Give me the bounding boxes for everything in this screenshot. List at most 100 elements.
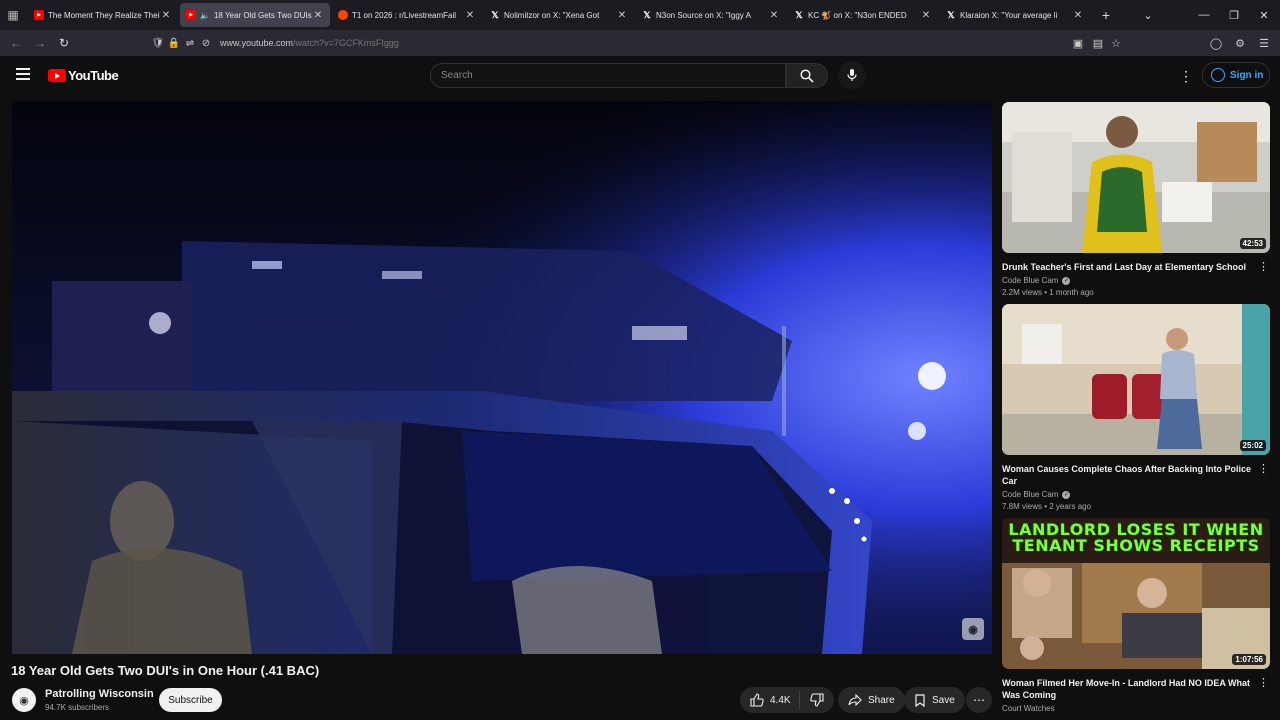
shield-icon[interactable]: 🛡 — [150, 38, 166, 49]
x-icon: 𝕏 — [491, 9, 499, 20]
logo-text: YouTube — [68, 68, 119, 83]
forward-icon[interactable]: → — [28, 31, 52, 55]
youtube-icon: ▶ — [186, 10, 196, 20]
duration-badge: 25:02 — [1239, 440, 1266, 451]
close-tab-icon[interactable]: ✕ — [312, 10, 324, 21]
video-thumbnail[interactable]: 25:02 — [1002, 304, 1270, 455]
video-options-kebab-icon[interactable]: ⋮ — [1258, 676, 1269, 689]
voice-search-button[interactable] — [838, 61, 866, 89]
tab-list-icon[interactable]: ▦ — [0, 0, 26, 30]
bookmark-star-icon[interactable]: ☆ — [1106, 30, 1126, 56]
subscriber-count: 94.7K subscribers — [45, 703, 110, 712]
like-dislike-group: 4.4K — [740, 687, 834, 713]
verified-check-icon: ✓ — [1062, 490, 1071, 499]
like-count: 4.4K — [770, 694, 791, 706]
close-tab-icon[interactable]: ✕ — [920, 10, 932, 21]
search-input[interactable]: Search — [430, 63, 786, 88]
guide-menu-icon[interactable] — [16, 68, 30, 80]
save-playlist-icon — [915, 693, 925, 707]
x-icon: 𝕏 — [947, 9, 955, 20]
verified-check-icon: ✓ — [1062, 276, 1071, 285]
back-icon[interactable]: ← — [4, 31, 28, 55]
reader-view-icon[interactable]: ▤ — [1088, 30, 1108, 56]
more-actions-button[interactable]: ⋯ — [966, 687, 992, 713]
channel-avatar[interactable]: ◉ — [12, 688, 36, 712]
views-and-age: 7.8M views • 2 years ago — [1002, 502, 1092, 511]
recommended-video[interactable]: 42:53 ⋮ Drunk Teacher's First and Last D… — [1002, 102, 1270, 297]
tab-title: T1 on 2026 : r/LivestreamFail — [352, 10, 457, 20]
x-icon: 𝕏 — [643, 9, 651, 20]
new-tab-icon[interactable]: + — [1094, 7, 1118, 23]
close-tab-icon[interactable]: ✕ — [160, 10, 172, 21]
youtube-logo[interactable]: YouTube — [48, 68, 119, 83]
search-placeholder: Search — [441, 70, 473, 81]
reddit-icon — [338, 10, 348, 20]
thumbs-down-icon — [810, 693, 824, 707]
browser-tab-active[interactable]: ▶ 🔈 18 Year Old Gets Two DUIs ✕ — [180, 3, 330, 27]
browser-tab[interactable]: 𝕏 Klaraion X: "Your average li ✕ — [940, 3, 1090, 27]
account-icon[interactable]: ◯ — [1206, 30, 1226, 56]
tab-title: Nolimitzor on X: "Xena Got — [504, 10, 600, 20]
tracking-icon[interactable]: ⊘ — [198, 38, 214, 49]
recommended-channel[interactable]: Code Blue Cam ✓ — [1002, 490, 1270, 499]
video-thumbnail[interactable]: 42:53 — [1002, 102, 1270, 253]
reload-icon[interactable]: ↻ — [52, 31, 76, 55]
menu-icon[interactable]: ☰ — [1254, 30, 1274, 56]
share-label: Share — [868, 694, 895, 706]
video-frame — [12, 101, 992, 654]
tab-title: N3on Source on X: "Iggy A — [656, 10, 751, 20]
x-icon: 𝕏 — [795, 9, 803, 20]
subscribe-button[interactable]: Subscribe — [159, 688, 222, 712]
account-circle-icon — [1211, 68, 1225, 82]
recommended-channel[interactable]: Code Blue Cam ✓ — [1002, 276, 1270, 285]
settings-kebab-icon[interactable]: ⋮ — [1178, 67, 1194, 85]
permissions-icon[interactable]: ⇌ — [182, 38, 198, 49]
share-button[interactable]: Share — [838, 687, 905, 713]
minimize-icon[interactable]: — — [1188, 0, 1220, 30]
youtube-icon: ▶ — [34, 10, 44, 20]
video-options-kebab-icon[interactable]: ⋮ — [1258, 260, 1269, 273]
channel-name: Code Blue Cam — [1002, 490, 1059, 499]
recommended-channel[interactable]: Court Watches — [1002, 704, 1270, 713]
recommended-title[interactable]: Woman Causes Complete Chaos After Backin… — [1002, 463, 1252, 487]
browser-tab[interactable]: ▶ The Moment They Realize Their ✕ — [28, 3, 178, 27]
like-button[interactable]: 4.4K — [740, 691, 800, 709]
share-arrow-icon — [848, 694, 862, 706]
duration-badge: 1:07:56 — [1232, 654, 1266, 665]
speaker-icon[interactable]: 🔈 — [200, 11, 210, 20]
video-player[interactable]: ◉ — [12, 101, 992, 654]
lock-icon[interactable]: 🔒 — [166, 38, 182, 49]
extensions-icon[interactable]: ⚙ — [1230, 30, 1250, 56]
recommended-title[interactable]: Woman Filmed Her Move-In - Landlord Had … — [1002, 677, 1252, 701]
browser-tab[interactable]: 𝕏 KC 🐒 on X: "N3on ENDED ✕ — [788, 3, 938, 27]
video-thumbnail[interactable]: LANDLORD LOSES IT WHEN TENANT SHOWS RECE… — [1002, 518, 1270, 669]
recommended-video[interactable]: LANDLORD LOSES IT WHEN TENANT SHOWS RECE… — [1002, 518, 1270, 713]
sign-in-button[interactable]: Sign in — [1202, 62, 1270, 88]
duration-badge: 42:53 — [1239, 238, 1266, 249]
browser-tab[interactable]: T1 on 2026 : r/LivestreamFail ✕ — [332, 3, 482, 27]
picture-in-picture-icon[interactable]: ▣ — [1068, 30, 1088, 56]
recommended-video[interactable]: 25:02 ⋮ Woman Causes Complete Chaos Afte… — [1002, 304, 1270, 511]
close-tab-icon[interactable]: ✕ — [1072, 10, 1084, 21]
url-domain: www.youtube.com — [220, 38, 294, 48]
thumbnail-caption-line-2: TENANT SHOWS RECEIPTS — [1012, 536, 1260, 555]
save-button[interactable]: Save — [904, 687, 965, 713]
channel-watermark-icon[interactable]: ◉ — [962, 618, 984, 640]
close-tab-icon[interactable]: ✕ — [616, 10, 628, 21]
close-tab-icon[interactable]: ✕ — [464, 10, 476, 21]
channel-name[interactable]: Patrolling Wisconsin — [45, 688, 154, 700]
tab-overflow-chevron-icon[interactable]: ⌄ — [1132, 0, 1164, 30]
close-tab-icon[interactable]: ✕ — [768, 10, 780, 21]
browser-tab[interactable]: 𝕏 Nolimitzor on X: "Xena Got ✕ — [484, 3, 634, 27]
url-path: /watch?v=7GCFKmsFIggg — [293, 38, 399, 48]
video-options-kebab-icon[interactable]: ⋮ — [1258, 462, 1269, 475]
tab-title: 18 Year Old Gets Two DUIs — [213, 10, 312, 20]
restore-icon[interactable]: ❐ — [1218, 0, 1250, 30]
close-window-icon[interactable]: ✕ — [1248, 0, 1280, 30]
recommended-title[interactable]: Drunk Teacher's First and Last Day at El… — [1002, 261, 1252, 273]
tab-title: The Moment They Realize Their — [48, 10, 160, 20]
search-button[interactable] — [786, 63, 828, 88]
browser-tab[interactable]: 𝕏 N3on Source on X: "Iggy A ✕ — [636, 3, 786, 27]
dislike-button[interactable] — [800, 693, 834, 707]
address-bar[interactable]: 🛡 🔒 ⇌ ⊘ www.youtube.com/watch?v=7GCFKmsF… — [150, 33, 1050, 53]
